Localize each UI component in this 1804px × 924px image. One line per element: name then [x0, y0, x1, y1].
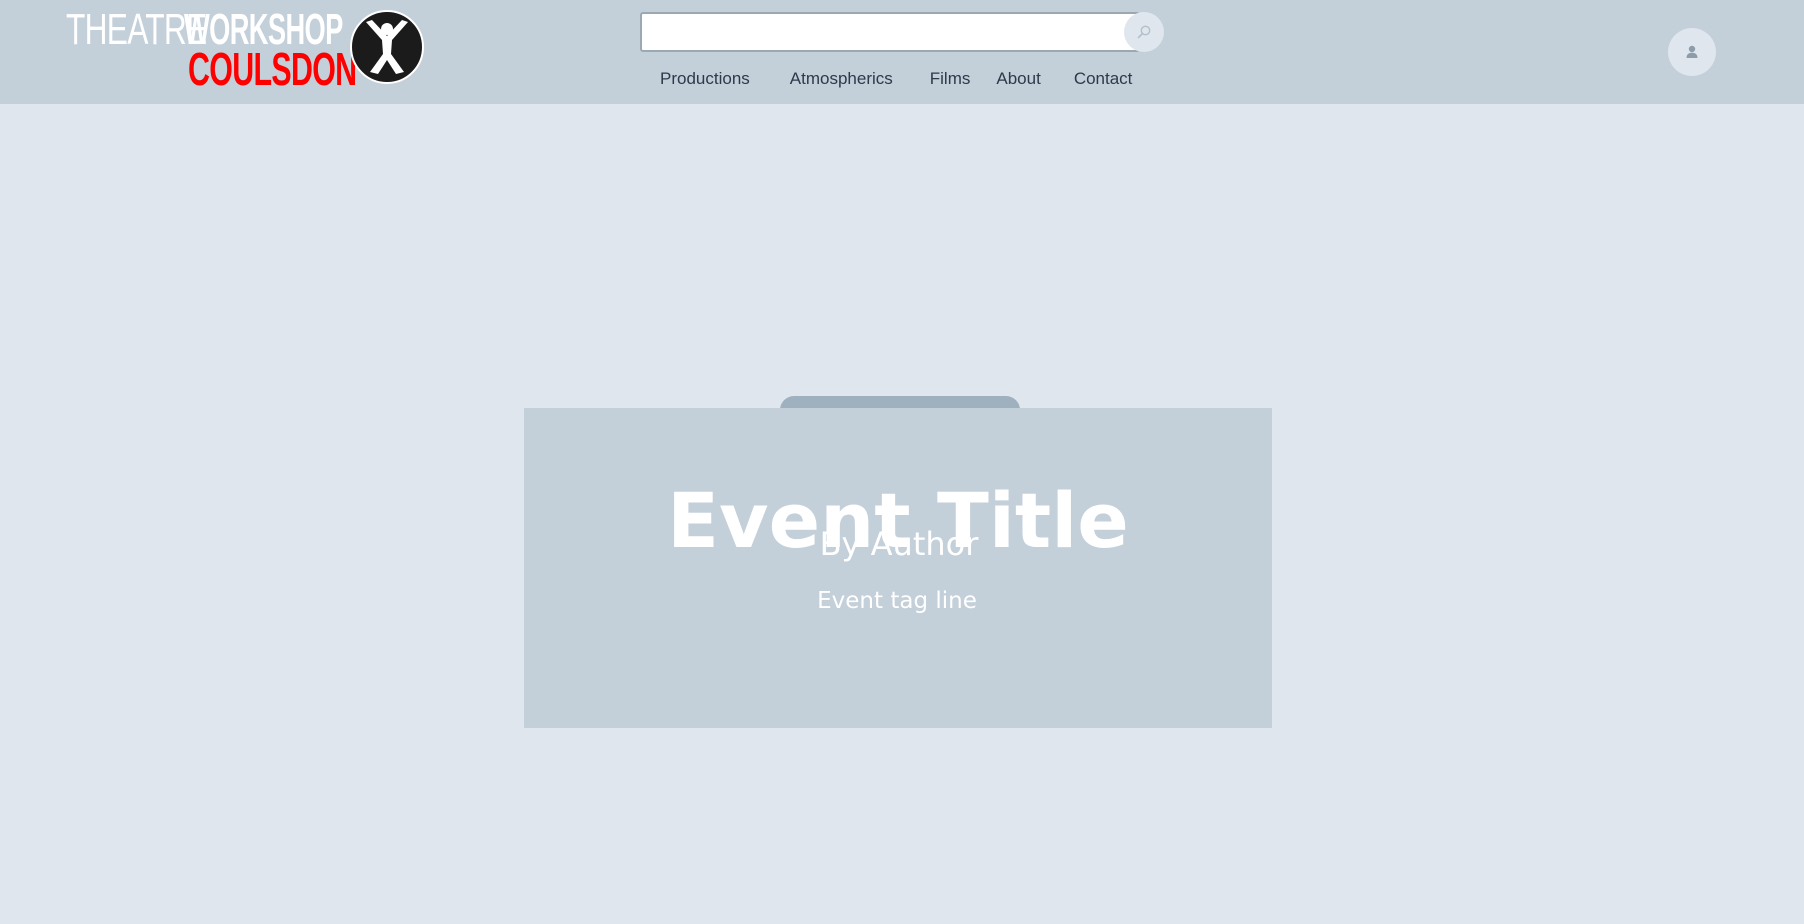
leaping-figure-icon	[350, 10, 424, 84]
search-input[interactable]	[640, 12, 1140, 52]
account-avatar-button[interactable]	[1668, 28, 1716, 76]
nav-item-contact[interactable]: Contact	[1074, 69, 1133, 89]
nav-item-films[interactable]: Films	[930, 69, 971, 89]
site-header: THEATRE WORKSHOP COULSDON Productions At…	[0, 0, 1804, 104]
event-tagline: Event tag line	[817, 588, 977, 614]
logo-coulsdon-text: COULSDON	[188, 43, 357, 95]
search-button[interactable]	[1124, 12, 1164, 52]
site-logo[interactable]: THEATRE WORKSHOP COULSDON	[66, 5, 426, 95]
event-author: By Author	[819, 525, 979, 563]
search-icon	[1137, 25, 1151, 39]
user-icon	[1686, 45, 1698, 58]
main-nav: Productions Atmospherics Films About Con…	[640, 66, 1132, 92]
nav-item-productions[interactable]: Productions	[660, 69, 750, 89]
logo-theatre-text: THEATRE	[66, 5, 207, 54]
nav-item-atmospherics[interactable]: Atmospherics	[790, 69, 893, 89]
nav-item-about[interactable]: About	[996, 69, 1040, 89]
event-card: Event Title By Author Event tag line	[524, 408, 1272, 728]
